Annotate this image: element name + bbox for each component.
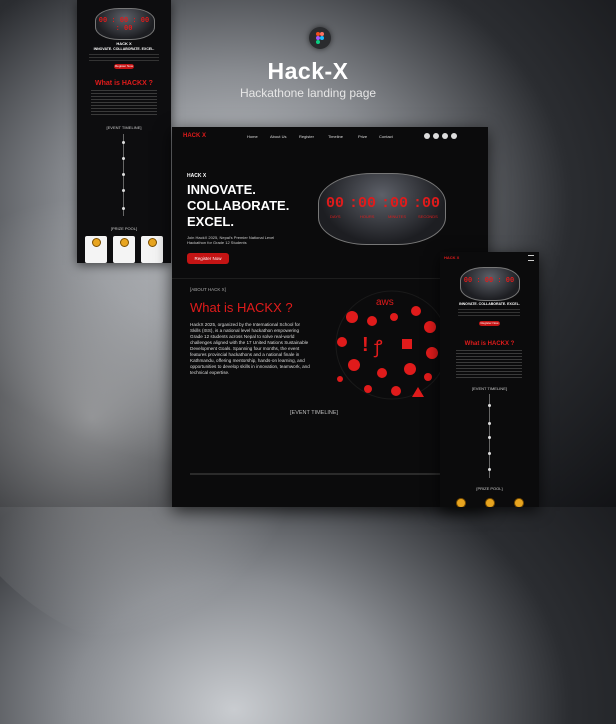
figma-logo-icon bbox=[309, 27, 331, 49]
timeline-dot bbox=[122, 207, 125, 210]
countdown-separator: : bbox=[349, 195, 359, 212]
nav-about[interactable]: About Us bbox=[270, 134, 286, 139]
tablet-heading: INNOVATE. COLLABORATE. EXCEL. bbox=[459, 302, 520, 306]
mobile-about-text bbox=[91, 90, 157, 116]
discord-icon[interactable] bbox=[451, 133, 457, 139]
tablet-timeline-label: [EVENT TIMELINE] bbox=[472, 386, 507, 391]
medal-icon bbox=[120, 238, 129, 247]
nav-prize[interactable]: Prize bbox=[358, 134, 367, 139]
nav-register[interactable]: Register bbox=[299, 134, 314, 139]
mobile-about-title: What is HACKX ? bbox=[95, 80, 153, 87]
countdown-separator: : bbox=[381, 195, 391, 212]
medal-icon bbox=[514, 498, 524, 507]
mobile-register-button[interactable]: Register Now bbox=[114, 64, 134, 69]
tablet-countdown: 00 : 00 : 00 bbox=[463, 277, 515, 285]
mobile-hero-text bbox=[89, 54, 159, 62]
unit-hours: HOURS bbox=[360, 214, 375, 219]
tablet-register-button[interactable]: Register Now bbox=[479, 321, 500, 326]
unit-minutes: MINUTES bbox=[388, 214, 406, 219]
instagram-icon[interactable] bbox=[442, 133, 448, 139]
medal-icon bbox=[485, 498, 495, 507]
tablet-hero-text bbox=[458, 309, 520, 317]
mobile-mockup: 00 : 00 : 00 : 00 HACK X INNOVATE. COLLA… bbox=[77, 0, 171, 263]
tablet-about-title: What is HACKX ? bbox=[464, 341, 515, 347]
tablet-about-text bbox=[456, 350, 522, 378]
medal-icon bbox=[148, 238, 157, 247]
timeline-dot bbox=[122, 141, 125, 144]
timeline-dot bbox=[122, 173, 125, 176]
timeline-dot bbox=[488, 404, 491, 407]
countdown-separator: : bbox=[413, 195, 423, 212]
hero-heading-line-2: COLLABORATE. bbox=[187, 198, 290, 213]
svg-text:ꝭ: ꝭ bbox=[373, 337, 383, 358]
timeline-dot bbox=[488, 468, 491, 471]
medal-icon bbox=[456, 498, 466, 507]
hero-heading-line-1: INNOVATE. bbox=[187, 182, 256, 197]
tablet-prize-label: [PRIZE POOL] bbox=[476, 486, 503, 491]
nav-home[interactable]: Home bbox=[247, 134, 258, 139]
timeline-dot bbox=[488, 422, 491, 425]
about-title: What is HACKX ? bbox=[190, 300, 293, 315]
countdown-minutes: 00 bbox=[390, 195, 409, 212]
about-tag: [ABOUT HACK X] bbox=[190, 287, 226, 292]
menu-icon[interactable] bbox=[528, 255, 534, 261]
hero-description: Join HackX 2025, Nepal's Premier Nationa… bbox=[187, 235, 275, 245]
timeline-dot bbox=[488, 436, 491, 439]
mobile-prize-label: [PRIZE POOL] bbox=[110, 226, 138, 231]
timeline-line bbox=[190, 473, 442, 475]
nav-timeline[interactable]: Timeline bbox=[328, 134, 343, 139]
medal-icon bbox=[92, 238, 101, 247]
register-now-button[interactable]: Register Now bbox=[187, 253, 229, 264]
svg-text:!: ! bbox=[362, 334, 369, 356]
mobile-kicker: HACK X bbox=[116, 41, 132, 46]
timeline-dot bbox=[122, 157, 125, 160]
nav-contact[interactable]: Contact bbox=[379, 134, 393, 139]
timeline-label: [EVENT TIMELINE] bbox=[290, 410, 339, 416]
svg-text:aws: aws bbox=[376, 297, 394, 308]
unit-days: DAYS bbox=[330, 214, 341, 219]
hero-kicker: HACK X bbox=[187, 173, 207, 179]
github-icon[interactable] bbox=[433, 133, 439, 139]
desktop-logo[interactable]: HACK X bbox=[183, 133, 206, 139]
hero-heading-line-3: EXCEL. bbox=[187, 214, 234, 229]
countdown-seconds: 00 bbox=[422, 195, 441, 212]
tablet-logo[interactable]: HACK X bbox=[444, 255, 459, 260]
timeline-dot bbox=[488, 452, 491, 455]
mobile-countdown: 00 : 00 : 00 : 00 bbox=[98, 17, 150, 33]
about-body: HackX 2025, organized by the Internation… bbox=[190, 322, 310, 375]
tablet-mockup: HACK X 00 : 00 : 00 INNOVATE. COLLABORAT… bbox=[440, 252, 539, 507]
mobile-timeline-label: [EVENT TIMELINE] bbox=[106, 125, 142, 130]
mobile-heading: INNOVATE. COLLABORATE. EXCEL. bbox=[93, 47, 155, 51]
unit-seconds: SECONDS bbox=[418, 214, 438, 219]
countdown-hours: 00 bbox=[358, 195, 377, 212]
twitter-icon[interactable] bbox=[424, 133, 430, 139]
tech-logos-cluster: aws ! ꝭ bbox=[335, 290, 449, 400]
countdown-days: 00 bbox=[326, 195, 345, 212]
timeline-dot bbox=[122, 189, 125, 192]
